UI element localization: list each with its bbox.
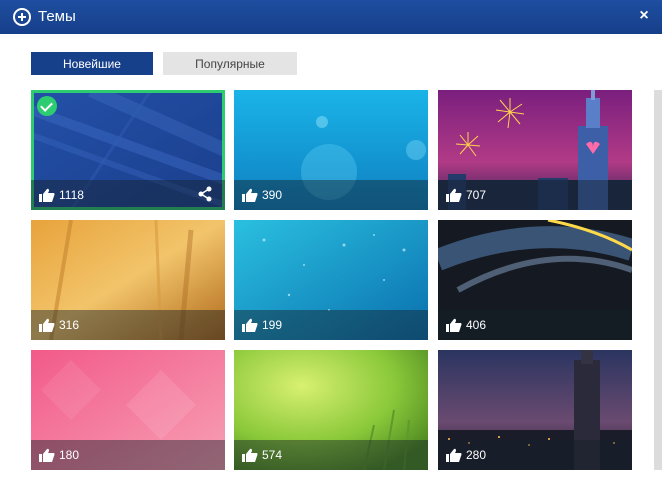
like-count: 316 (59, 318, 80, 332)
thumbs-up-icon[interactable] (446, 448, 462, 462)
close-button[interactable]: × (636, 8, 652, 24)
tab-popular[interactable]: Популярные (163, 52, 297, 75)
theme-tile-wheat[interactable]: 316 (31, 220, 225, 340)
thumbs-up-icon[interactable] (242, 318, 258, 332)
theme-tile-fireworks-city[interactable]: 707 (438, 90, 632, 210)
add-circle-icon (13, 8, 31, 26)
thumbs-up-icon[interactable] (446, 188, 462, 202)
like-count: 280 (466, 448, 487, 462)
like-count: 574 (262, 448, 283, 462)
selected-check-icon (37, 96, 57, 116)
tab-newest[interactable]: Новейшие (31, 52, 153, 75)
title-bar: Темы × (0, 0, 662, 34)
like-count: 406 (466, 318, 487, 332)
theme-tile-pink[interactable]: 180 (31, 350, 225, 470)
like-count: 199 (262, 318, 283, 332)
like-count: 180 (59, 448, 80, 462)
thumbs-up-icon[interactable] (39, 188, 55, 202)
share-icon[interactable] (197, 186, 213, 202)
thumbs-up-icon[interactable] (446, 318, 462, 332)
theme-tile-light-streaks[interactable]: 406 (438, 220, 632, 340)
theme-tile-blue-lines[interactable]: 1118 (31, 90, 225, 210)
theme-tile-cyan-bokeh[interactable]: 390 (234, 90, 428, 210)
window-title: Темы (38, 8, 76, 25)
thumbs-up-icon[interactable] (39, 318, 55, 332)
theme-tile-blue-sparkles[interactable]: 199 (234, 220, 428, 340)
like-count: 1118 (59, 188, 84, 202)
thumbs-up-icon[interactable] (39, 448, 55, 462)
theme-tile-green[interactable]: 574 (234, 350, 428, 470)
thumbs-up-icon[interactable] (242, 188, 258, 202)
like-count: 390 (262, 188, 283, 202)
scrollbar[interactable] (654, 90, 662, 470)
thumbs-up-icon[interactable] (242, 448, 258, 462)
theme-tile-night-city[interactable]: 280 (438, 350, 632, 470)
like-count: 707 (466, 188, 487, 202)
